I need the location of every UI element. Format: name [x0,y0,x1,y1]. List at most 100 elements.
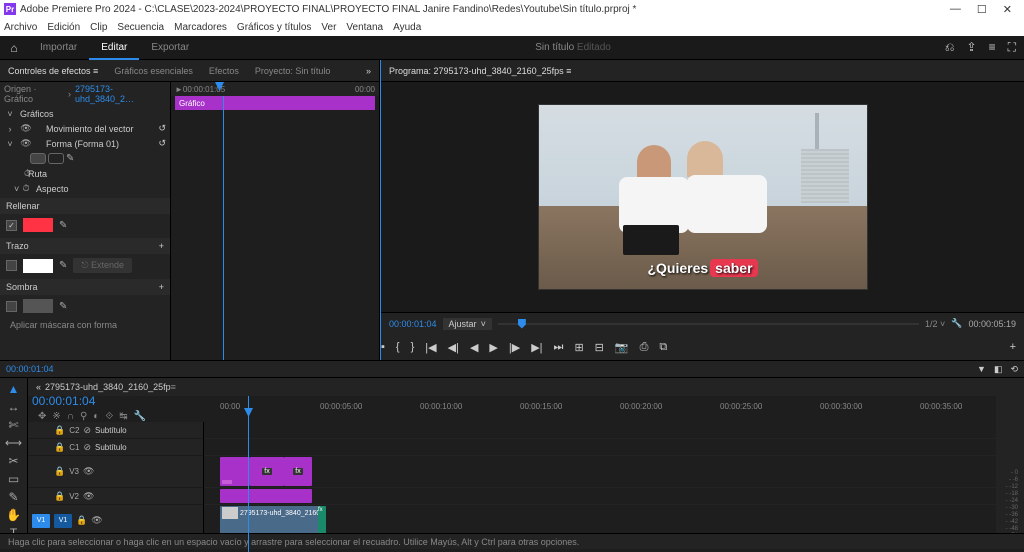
timeline-playhead-line[interactable] [248,396,249,552]
eye-icon[interactable]: ⊘ [83,425,91,436]
effect-timeline[interactable]: ►00:00:01:05 00:00 Gráfico [170,82,379,360]
eye-icon[interactable]: 👁 [83,466,94,477]
tgt-patch-v1[interactable]: V1 [54,514,72,528]
razor-tool-icon[interactable]: ✂ [8,454,18,468]
workspace-icon[interactable]: ≡ [989,40,996,55]
lock-icon[interactable]: 🔒 [54,425,65,436]
lock-icon[interactable]: 🔒 [54,491,65,502]
pipette-icon[interactable]: ✎ [59,301,67,312]
quick-export-icon[interactable]: ⎌ [945,40,955,55]
slip-tool-icon[interactable]: ⟷ [5,436,22,450]
snap-icon[interactable]: ◧ [994,364,1003,375]
fill-checkbox[interactable] [6,220,17,231]
fill-color-swatch[interactable] [23,218,53,232]
lift-icon[interactable]: ⊞ [574,341,583,354]
fullscreen-icon[interactable]: ⛶ [1008,40,1016,55]
tab-editar[interactable]: Editar [89,36,139,60]
menu-graficos[interactable]: Gráficos y títulos [237,22,311,33]
clip-gfx-3[interactable]: fx [284,457,312,486]
shape-rect-icon[interactable] [48,153,64,164]
menu-ver[interactable]: Ver [321,22,336,33]
menu-ayuda[interactable]: Ayuda [393,22,421,33]
tl-opt-icon[interactable]: 🔧 [134,411,146,422]
minimize-button[interactable]: — [950,3,961,16]
in-icon[interactable]: { [396,341,400,353]
mask-row[interactable]: Aplicar máscara con forma [0,317,170,333]
reset-icon[interactable]: ↺ [158,138,166,149]
ruta-row[interactable]: ⏱ Ruta [0,166,170,181]
track-v3[interactable]: fx fx [204,456,996,488]
tl-opt-icon[interactable]: ↹ [119,411,127,422]
pipette-icon[interactable]: ✎ [59,260,67,271]
out-icon[interactable]: } [411,341,415,353]
tl-opt-icon[interactable]: ∩ [67,411,74,422]
go-out-icon[interactable]: ▶| [531,341,542,354]
program-view[interactable]: ¿Quieres saber [381,82,1024,312]
panel-overflow-icon[interactable]: » [366,66,371,76]
tl-opt-icon[interactable]: ◐ [93,411,99,422]
multiview-icon[interactable]: ⧉ [659,341,667,354]
rectangle-tool-icon[interactable]: ▭ [8,472,19,486]
eye-icon[interactable]: 👁 [83,491,94,502]
track-select-tool-icon[interactable]: ↔ [8,400,20,414]
scrub-bar[interactable] [498,319,919,329]
go-in-icon[interactable]: |◀ [425,341,436,354]
shadow-checkbox[interactable] [6,301,17,312]
reset-icon[interactable]: ↺ [158,123,166,134]
track-head-c2[interactable]: 🔒 C2 ⊘ Subtítulo [28,422,203,439]
track-head-v3[interactable]: 🔒 V3 👁 [28,456,203,488]
filter-icon[interactable]: ▼ [977,364,986,375]
share-icon[interactable]: ⇪ [967,40,977,55]
tab-exportar[interactable]: Exportar [139,36,201,60]
menu-archivo[interactable]: Archivo [4,22,37,33]
pipette-icon[interactable]: ✎ [66,153,74,164]
eye-icon[interactable]: 👁 [20,138,32,149]
tab-proyecto[interactable]: Proyecto: Sin título [255,66,331,76]
clip-gfx-2[interactable]: fx [250,457,284,486]
selection-tool-icon[interactable]: ▲ [8,382,20,396]
tab-controles-efectos[interactable]: Controles de efectos [8,66,98,76]
track-head-c1[interactable]: 🔒 C1 ⊘ Subtítulo [28,439,203,456]
zoom-fit-dropdown[interactable]: Ajustar˅ [443,318,492,330]
timeline-ruler[interactable]: 00:00 00:00:05:00 00:00:10:00 00:00:15:0… [220,396,992,422]
stroke-extend-button[interactable]: ⎋ Extende [73,258,132,273]
menu-ventana[interactable]: Ventana [346,22,383,33]
tab-graficos-esenciales[interactable]: Gráficos esenciales [114,66,193,76]
track-v2[interactable] [204,488,996,505]
export-frame-icon[interactable]: 📷 [615,341,629,354]
playhead-line[interactable] [223,96,224,360]
menu-edicion[interactable]: Edición [47,22,80,33]
track-c2[interactable] [204,422,996,439]
play-back-icon[interactable]: ◀ [470,341,478,354]
next-icon[interactable]: ⏭ [554,341,564,354]
eye-icon[interactable]: 👁 [91,515,102,526]
src-patch-v1[interactable]: V1 [32,514,50,528]
clip-video[interactable]: 2795173-uhd_3840_2160_25… fx [220,506,326,535]
timeline-tc[interactable]: 00:00:01:04 [32,394,208,408]
shape-ellipse-icon[interactable] [30,153,46,164]
graficos-header[interactable]: ˅ Gráficos [0,106,170,121]
strip-tc[interactable]: 00:00:01:04 [6,364,54,374]
compare-icon[interactable]: ⎙ [640,341,649,354]
add-stroke-button[interactable]: + [159,241,164,251]
extract-icon[interactable]: ⊟ [595,341,604,354]
playhead-marker-icon[interactable] [518,319,526,329]
timeline-playhead-icon[interactable] [244,408,253,417]
stroke-color-swatch[interactable] [23,259,53,273]
eye-icon[interactable]: ⊘ [83,442,91,453]
pipette-icon[interactable]: ✎ [59,220,67,231]
stroke-checkbox[interactable] [6,260,17,271]
play-button[interactable]: ▶ [489,341,497,354]
timeline-content[interactable]: fx fx 2795173-uhd_3840_2160_25… fx [204,422,996,543]
maximize-button[interactable]: ☐ [977,3,987,16]
tl-opt-icon[interactable]: ⟐ [105,411,113,422]
tl-opt-icon[interactable]: ⚲ [80,411,87,422]
hand-tool-icon[interactable]: ✋ [6,508,21,522]
add-shadow-button[interactable]: + [159,282,164,292]
source-clip-link[interactable]: 2795173-uhd_3840_2… [75,84,166,104]
tc-in[interactable]: 00:00:01:04 [389,319,437,329]
wrench-icon[interactable]: 🔧 [951,318,962,329]
tab-importar[interactable]: Importar [28,36,89,60]
tl-opt-icon[interactable]: ✥ [38,411,46,422]
lock-icon[interactable]: 🔒 [76,515,87,526]
